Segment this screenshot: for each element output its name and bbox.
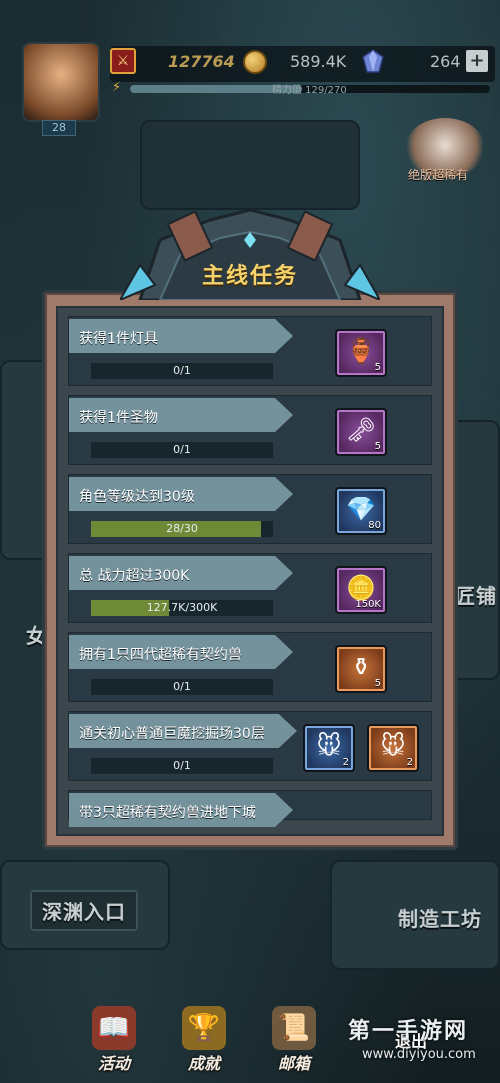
scene-rock xyxy=(140,120,360,210)
reward-slot[interactable]: 💎 80 xyxy=(335,487,387,535)
quest-progress-bar: 28/30 xyxy=(91,521,273,537)
quest-title: 获得1件灯具 xyxy=(79,331,158,347)
quest-progress-bar: 0/1 xyxy=(91,679,273,695)
energy-text: 精力值 129/270 xyxy=(272,85,347,96)
reward-count: 80 xyxy=(368,520,381,531)
achievement-icon: 🏆 xyxy=(182,1006,226,1050)
top-hud: ⚔ 127764 589.4K 264 + ⚡ 精力值 129/270 xyxy=(0,38,500,98)
quest-title: 角色等级达到30级 xyxy=(79,489,195,505)
player-level-badge: 28 xyxy=(42,120,76,136)
watermark-title: 第一手游网 xyxy=(348,1019,469,1044)
quest-progress-text: 0/1 xyxy=(173,443,191,456)
quest-title: 带3只超稀有契约兽进地下城 xyxy=(79,805,256,821)
crystal-icon: 💎 xyxy=(346,495,376,523)
beast-icon: 🐭 xyxy=(380,732,406,760)
quest-progress-bar: 0/1 xyxy=(91,758,273,774)
reward-slot[interactable]: 🪙 150K xyxy=(335,566,387,614)
quest-row[interactable]: 带3只超稀有契约兽进地下城 xyxy=(68,790,432,827)
key-icon: 🗝 xyxy=(345,416,377,444)
beast-icon: 🐭 xyxy=(316,732,342,760)
nav-activity-label: 活动 xyxy=(97,1054,130,1073)
reward-count: 2 xyxy=(342,757,349,768)
quest-row[interactable]: 拥有1只四代超稀有契约兽 0/1 ⚱ 5 xyxy=(68,632,432,702)
quest-title: 获得1件圣物 xyxy=(79,410,158,426)
energy-row: ⚡ 精力值 129/270 xyxy=(112,80,495,96)
reward-count: 5 xyxy=(374,678,381,689)
quest-title-plate: 带3只超稀有契约兽进地下城 xyxy=(69,793,293,827)
quest-list[interactable]: 获得1件灯具 0/1 🏺 5 获得1件圣物 0/1 🗝 5 角色等级达到30级 28/30 💎 80 总… xyxy=(56,306,444,836)
reward-slot[interactable]: 🐭 2 xyxy=(303,724,355,772)
coin-icon xyxy=(243,50,267,74)
add-gems-button[interactable]: + xyxy=(466,50,488,72)
quest-progress-bar: 0/1 xyxy=(91,442,273,458)
nav-achievement[interactable]: 🏆 成就 xyxy=(174,1006,234,1076)
nav-mailbox[interactable]: 📜 邮箱 xyxy=(264,1006,324,1076)
nav-achievement-label: 成就 xyxy=(187,1054,220,1073)
quest-title: 总 战力超过300K xyxy=(79,568,190,584)
urn-icon: ⚱ xyxy=(350,653,372,681)
combat-power-value: 127764 xyxy=(168,52,235,71)
workshop-label[interactable]: 制造工坊 xyxy=(398,903,482,932)
quest-progress-bar: 0/1 xyxy=(91,363,273,379)
quest-progress-bar: 127.7K/300K xyxy=(91,600,273,616)
quest-progress-text: 0/1 xyxy=(173,364,191,377)
reward-slot[interactable]: 🗝 5 xyxy=(335,408,387,456)
activity-icon: 📖 xyxy=(92,1006,136,1050)
quest-title-plate: 获得1件灯具 xyxy=(69,319,293,353)
energy-bolt-icon: ⚡ xyxy=(112,80,122,95)
reward-count: 5 xyxy=(374,441,381,452)
limited-event-label[interactable]: 绝版超稀有 xyxy=(408,166,468,183)
craftsman-label[interactable]: 匠铺 xyxy=(455,580,497,609)
abyss-entrance-label[interactable]: 深渊入口 xyxy=(30,890,138,931)
reward-slot[interactable]: 🐭 2 xyxy=(367,724,419,772)
nav-mailbox-label: 邮箱 xyxy=(277,1054,310,1073)
quest-row[interactable]: 角色等级达到30级 28/30 💎 80 xyxy=(68,474,432,544)
gem-value: 264 xyxy=(430,52,461,71)
reward-count: 2 xyxy=(406,757,413,768)
quest-title-plate: 角色等级达到30级 xyxy=(69,477,293,511)
quest-progress-text: 0/1 xyxy=(173,680,191,693)
mailbox-icon: 📜 xyxy=(272,1006,316,1050)
quest-title: 通关初心普通巨魔挖掘场30层 xyxy=(79,726,265,742)
reward-count: 5 xyxy=(374,362,381,373)
reward-slot[interactable]: 🏺 5 xyxy=(335,329,387,377)
quest-row[interactable]: 获得1件灯具 0/1 🏺 5 xyxy=(68,316,432,386)
quest-progress-text: 127.7K/300K xyxy=(146,601,218,614)
quest-row[interactable]: 通关初心普通巨魔挖掘场30层 0/1 🐭 2 🐭 2 xyxy=(68,711,432,781)
combat-power-icon: ⚔ xyxy=(110,48,136,74)
gem-icon xyxy=(362,49,384,73)
quest-title-plate: 总 战力超过300K xyxy=(69,556,293,590)
quest-progress-text: 28/30 xyxy=(166,522,198,535)
quest-row[interactable]: 获得1件圣物 0/1 🗝 5 xyxy=(68,395,432,465)
lamp-icon: 🏺 xyxy=(346,337,376,365)
coin-value: 589.4K xyxy=(290,52,347,71)
quest-title-plate: 拥有1只四代超稀有契约兽 xyxy=(69,635,293,669)
site-watermark: 第一手游网 www.diyiyou.com xyxy=(340,1005,495,1070)
watermark-url: www.diyiyou.com xyxy=(362,1047,476,1062)
reward-slot[interactable]: ⚱ 5 xyxy=(335,645,387,693)
quest-title-plate: 通关初心普通巨魔挖掘场30层 xyxy=(69,714,297,748)
quest-title: 拥有1只四代超稀有契约兽 xyxy=(79,647,242,663)
reward-count: 150K xyxy=(355,599,381,610)
quest-row[interactable]: 总 战力超过300K 127.7K/300K 🪙 150K xyxy=(68,553,432,623)
quest-progress-text: 0/1 xyxy=(173,759,191,772)
panel-title: 主线任务 xyxy=(201,264,298,289)
nav-activity[interactable]: 📖 活动 xyxy=(84,1006,144,1076)
coin-icon: 🪙 xyxy=(346,574,376,602)
quest-title-plate: 获得1件圣物 xyxy=(69,398,293,432)
